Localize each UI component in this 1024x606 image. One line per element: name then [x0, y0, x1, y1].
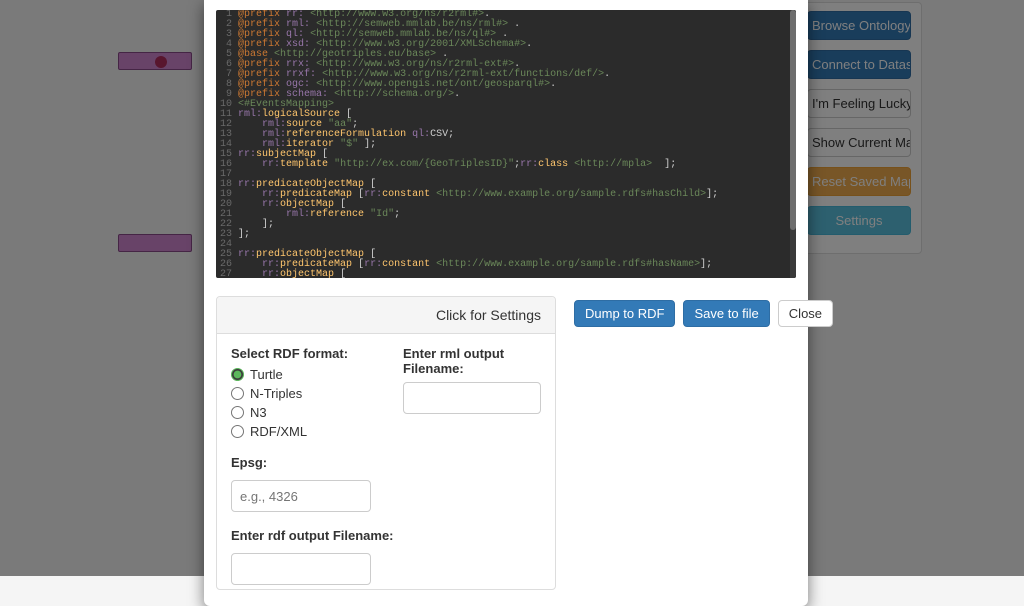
rml-filename-label: Enter rml output Filename:	[403, 346, 541, 376]
radio-rdfxml[interactable]: RDF/XML	[231, 424, 369, 439]
save-file-button[interactable]: Save to file	[683, 300, 769, 327]
rml-filename-input[interactable]	[403, 382, 541, 414]
dump-rdf-button[interactable]: Dump to RDF	[574, 300, 675, 327]
radio-n3[interactable]: N3	[231, 405, 369, 420]
rdf-filename-input[interactable]	[231, 553, 371, 585]
mapping-modal: 1@prefix rr: <http://www.w3.org/ns/r2rml…	[204, 0, 808, 606]
epsg-input[interactable]	[231, 480, 371, 512]
radio-turtle[interactable]: Turtle	[231, 367, 369, 382]
editor-scrollbar[interactable]	[790, 10, 796, 278]
settings-panel: Click for Settings Select RDF format: Tu…	[216, 296, 556, 590]
close-button[interactable]: Close	[778, 300, 833, 327]
radio-ntriples-input[interactable]	[231, 387, 244, 400]
select-format-label: Select RDF format:	[231, 346, 369, 361]
settings-header[interactable]: Click for Settings	[217, 297, 555, 334]
modal-action-bar: Dump to RDF Save to file Close	[574, 296, 833, 590]
radio-n3-input[interactable]	[231, 406, 244, 419]
epsg-label: Epsg:	[231, 455, 541, 470]
radio-turtle-input[interactable]	[231, 368, 244, 381]
code-editor[interactable]: 1@prefix rr: <http://www.w3.org/ns/r2rml…	[216, 10, 796, 278]
radio-ntriples[interactable]: N-Triples	[231, 386, 369, 401]
editor-scroll-thumb[interactable]	[790, 10, 796, 230]
rdf-filename-label: Enter rdf output Filename:	[231, 528, 541, 543]
radio-rdfxml-input[interactable]	[231, 425, 244, 438]
